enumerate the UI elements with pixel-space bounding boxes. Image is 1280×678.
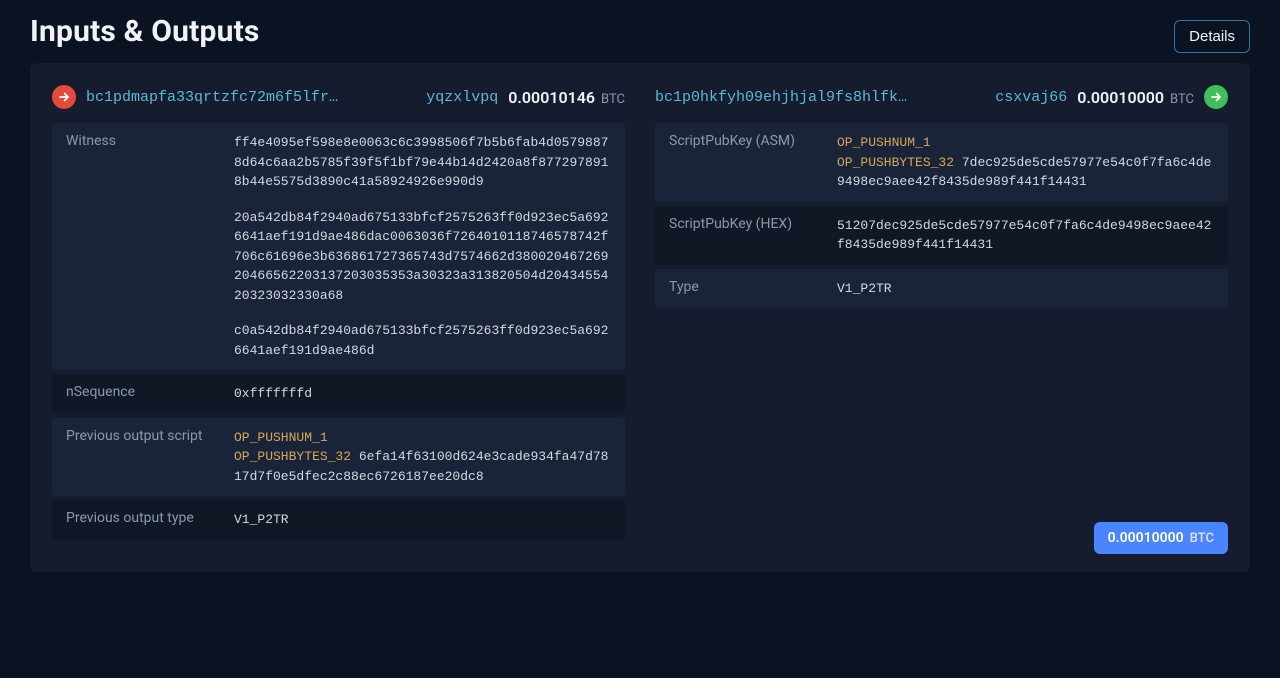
output-amount: 0.00010000 BTC bbox=[1077, 88, 1194, 107]
input-address-row: bc1pdmapfa33qrtzfc72m6f5lfr… yqzxlvpq 0.… bbox=[52, 85, 625, 109]
output-amount-value: 0.00010000 bbox=[1077, 88, 1164, 107]
output-column: bc1p0hkfyh09ehjhjal9fs8hlfk… csxvaj66 0.… bbox=[655, 85, 1228, 544]
witness-block-0: ff4e4095ef598e8e0063c6c3998506f7b5b6fab4… bbox=[234, 133, 611, 192]
io-body: bc1pdmapfa33qrtzfc72m6f5lfr… yqzxlvpq 0.… bbox=[30, 63, 1250, 572]
input-amount-value: 0.00010146 bbox=[508, 88, 595, 107]
prev-script-op2: OP_PUSHBYTES_32 bbox=[234, 449, 351, 464]
nsequence-value: 0xfffffffd bbox=[234, 384, 611, 404]
witness-row: Witness ff4e4095ef598e8e0063c6c3998506f7… bbox=[52, 123, 625, 370]
prev-script-label: Previous output script bbox=[66, 428, 234, 487]
type-value: V1_P2TR bbox=[837, 279, 1214, 299]
witness-value: ff4e4095ef598e8e0063c6c3998506f7b5b6fab4… bbox=[234, 133, 611, 360]
input-amount-unit: BTC bbox=[601, 92, 625, 107]
spk-hex-value: 51207dec925de5cde57977e54c0f7fa6c4de9498… bbox=[837, 216, 1214, 255]
witness-block-1: 20a542db84f2940ad675133bfcf2575263ff0d92… bbox=[234, 208, 611, 306]
spk-asm-value: OP_PUSHNUM_1 OP_PUSHBYTES_32 7dec925de5c… bbox=[837, 133, 1214, 192]
spk-asm-op1: OP_PUSHNUM_1 bbox=[837, 135, 931, 150]
details-button[interactable]: Details bbox=[1174, 20, 1250, 53]
output-address-row: bc1p0hkfyh09ehjhjal9fs8hlfk… csxvaj66 0.… bbox=[655, 85, 1228, 109]
input-column: bc1pdmapfa33qrtzfc72m6f5lfr… yqzxlvpq 0.… bbox=[52, 85, 625, 544]
spk-asm-label: ScriptPubKey (ASM) bbox=[669, 133, 837, 192]
prev-type-label: Previous output type bbox=[66, 510, 234, 530]
spk-asm-row: ScriptPubKey (ASM) OP_PUSHNUM_1 OP_PUSHB… bbox=[655, 123, 1228, 202]
total-unit: BTC bbox=[1190, 531, 1214, 546]
type-row: Type V1_P2TR bbox=[655, 269, 1228, 309]
output-address-suffix: csxvaj66 bbox=[995, 89, 1067, 106]
page-title: Inputs & Outputs bbox=[30, 14, 260, 49]
output-arrow-icon bbox=[1204, 85, 1228, 109]
witness-label: Witness bbox=[66, 133, 234, 360]
prev-script-value: OP_PUSHNUM_1 OP_PUSHBYTES_32 6efa14f6310… bbox=[234, 428, 611, 487]
spk-hex-label: ScriptPubKey (HEX) bbox=[669, 216, 837, 255]
nsequence-label: nSequence bbox=[66, 384, 234, 404]
prev-script-op1: OP_PUSHNUM_1 bbox=[234, 430, 328, 445]
spk-asm-op2: OP_PUSHBYTES_32 bbox=[837, 155, 954, 170]
witness-block-2: c0a542db84f2940ad675133bfcf2575263ff0d92… bbox=[234, 321, 611, 360]
prev-script-row: Previous output script OP_PUSHNUM_1 OP_P… bbox=[52, 418, 625, 497]
input-arrow-icon bbox=[52, 85, 76, 109]
output-address-link[interactable]: bc1p0hkfyh09ehjhjal9fs8hlfk… bbox=[655, 89, 989, 106]
input-amount: 0.00010146 BTC bbox=[508, 88, 625, 107]
type-label: Type bbox=[669, 279, 837, 299]
input-fields: Witness ff4e4095ef598e8e0063c6c3998506f7… bbox=[52, 123, 625, 540]
total-output-badge: 0.00010000 BTC bbox=[1094, 522, 1228, 554]
prev-type-row: Previous output type V1_P2TR bbox=[52, 500, 625, 540]
total-amount: 0.00010000 bbox=[1108, 530, 1184, 546]
page-header: Inputs & Outputs Details bbox=[30, 10, 1250, 63]
input-address-suffix: yqzxlvpq bbox=[426, 89, 498, 106]
output-amount-unit: BTC bbox=[1170, 92, 1194, 107]
nsequence-row: nSequence 0xfffffffd bbox=[52, 374, 625, 414]
prev-type-value: V1_P2TR bbox=[234, 510, 611, 530]
input-address-link[interactable]: bc1pdmapfa33qrtzfc72m6f5lfr… bbox=[86, 89, 420, 106]
inputs-outputs-page: Inputs & Outputs Details bc1pdmapfa33qrt… bbox=[0, 0, 1280, 602]
output-fields: ScriptPubKey (ASM) OP_PUSHNUM_1 OP_PUSHB… bbox=[655, 123, 1228, 308]
spk-hex-row: ScriptPubKey (HEX) 51207dec925de5cde5797… bbox=[655, 206, 1228, 265]
